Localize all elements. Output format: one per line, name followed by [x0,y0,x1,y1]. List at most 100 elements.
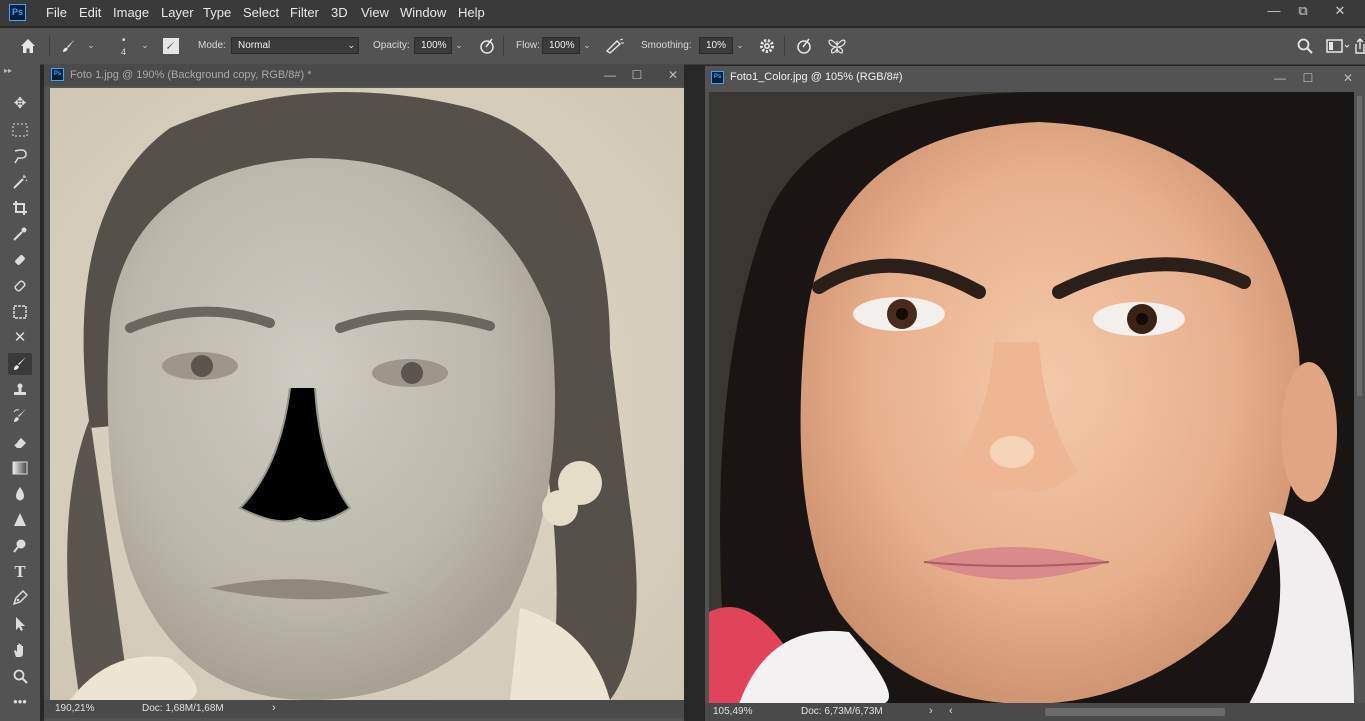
document-window-foto1-color: Ps Foto1_Color.jpg @ 105% (RGB/8#) — ☐ ✕ [705,66,1365,721]
smoothing-field[interactable]: 10% [699,37,733,54]
zoom-level[interactable]: 105,49% [713,706,752,717]
doc-size: Doc: 6,73M/6,73M [801,706,883,717]
flow-label: Flow: [516,40,540,51]
menu-bar: Ps File Edit Image Layer Type Select Fil… [0,0,1365,26]
bw-portrait-image [50,88,684,700]
close-document-button[interactable]: ✕ [662,65,684,85]
pen-tool-icon[interactable] [8,587,32,609]
clone-stamp-tool-icon[interactable] [8,379,32,401]
workspace-icon[interactable] [1326,38,1350,54]
crop-tool-icon[interactable] [8,197,32,219]
menu-image[interactable]: Image [113,5,149,20]
hand-tool-icon[interactable] [8,639,32,661]
menu-select[interactable]: Select [243,5,279,20]
restore-app-button[interactable]: ⧉ [1288,1,1318,21]
gradient-tool-icon[interactable] [8,457,32,479]
pressure-opacity-icon[interactable] [478,37,496,55]
horizontal-scrollbar-thumb[interactable] [1045,708,1225,716]
flow-dropdown[interactable]: ⌄ [580,37,594,54]
patch-tool-icon[interactable] [8,275,32,297]
magic-wand-tool-icon[interactable] [8,171,32,193]
menu-help[interactable]: Help [458,5,485,20]
healing-brush-tool-icon[interactable] [8,249,32,271]
document-window-foto1: Ps Foto 1.jpg @ 190% (Background copy, R… [44,64,684,721]
chevron-right-icon[interactable]: › [272,702,276,714]
menu-3d[interactable]: 3D [331,5,348,20]
divider [49,36,50,56]
sharpen-tool-icon[interactable] [8,509,32,531]
vertical-scrollbar-thumb[interactable] [1357,96,1362,396]
marquee-tool-icon[interactable] [8,119,32,141]
menu-type[interactable]: Type [203,5,231,20]
photoshop-logo: Ps [9,4,26,21]
lasso-tool-icon[interactable] [8,145,32,167]
brush-preset-dropdown[interactable]: ⌄ [84,37,98,54]
pressure-size-icon[interactable] [795,37,813,55]
menu-filter[interactable]: Filter [290,5,319,20]
brush-settings-icon[interactable] [162,37,180,55]
menu-view[interactable]: View [361,5,389,20]
status-bar: 190,21% Doc: 1,68M/1,68M › [44,700,684,718]
minimize-document-button[interactable]: — [599,65,621,85]
tools-panel: ▸▸ ✥ ✕ T ••• [0,64,40,721]
type-tool-icon[interactable]: T [8,561,32,583]
path-selection-tool-icon[interactable] [8,613,32,635]
canvas-color-photo[interactable] [709,92,1354,704]
collapse-panel-icon[interactable]: ▸▸ [4,66,12,75]
share-icon[interactable] [1352,37,1365,55]
menu-window[interactable]: Window [400,5,446,20]
search-icon[interactable] [1296,37,1314,55]
menu-file[interactable]: File [46,5,67,20]
color-portrait-image [709,92,1354,704]
maximize-document-button[interactable]: ☐ [1297,68,1319,88]
minimize-document-button[interactable]: — [1269,68,1291,88]
zoom-tool-icon[interactable] [8,665,32,687]
close-app-button[interactable]: ✕ [1325,1,1355,21]
options-bar: ⌄ • 4 ⌄ Mode: Normal ⌄ Opacity: 100% ⌄ F… [0,28,1365,65]
menu-layer[interactable]: Layer [161,5,194,20]
document-title: Foto1_Color.jpg @ 105% (RGB/8#) [730,71,903,83]
blur-tool-icon[interactable] [8,483,32,505]
eyedropper-tool-icon[interactable] [8,223,32,245]
maximize-document-button[interactable]: ☐ [626,65,648,85]
chevron-right-icon[interactable]: › [929,705,933,717]
symmetry-butterfly-icon[interactable] [827,37,847,55]
frame-tool-icon[interactable] [8,301,32,323]
opacity-field[interactable]: 100% [414,37,452,54]
divider [503,36,504,56]
canvas-bw-photo[interactable] [50,88,684,700]
zoom-level[interactable]: 190,21% [55,703,94,714]
dodge-tool-icon[interactable] [8,535,32,557]
minimize-app-button[interactable]: — [1259,1,1289,21]
document-ps-icon: Ps [711,71,724,84]
smoothing-dropdown[interactable]: ⌄ [733,37,747,54]
chevron-down-icon: ⌄ [347,40,355,50]
home-icon[interactable] [19,37,37,55]
content-aware-move-tool-icon[interactable]: ✕ [8,327,32,349]
mode-label: Mode: [198,40,226,51]
doc-size: Doc: 1,68M/1,68M [142,703,224,714]
document-ps-icon: Ps [51,68,64,81]
smoothing-label: Smoothing: [641,40,692,51]
more-tools-icon[interactable]: ••• [8,691,32,713]
flow-field[interactable]: 100% [542,37,580,54]
close-document-button[interactable]: ✕ [1337,68,1359,88]
mode-value: Normal [238,40,271,51]
move-tool-icon[interactable]: ✥ [8,93,32,115]
brush-preset-icon[interactable] [60,37,78,55]
divider [784,36,785,56]
gear-icon[interactable] [758,37,776,55]
brush-tool-icon[interactable] [8,353,32,375]
airbrush-icon[interactable] [605,37,625,55]
scroll-left-icon[interactable]: ‹ [949,705,953,717]
brush-size-dropdown[interactable]: ⌄ [138,37,152,54]
document-title-bar[interactable]: Ps Foto 1.jpg @ 190% (Background copy, R… [44,64,684,86]
opacity-label: Opacity: [373,40,410,51]
menu-edit[interactable]: Edit [79,5,101,20]
mode-select[interactable]: Normal ⌄ [231,37,359,54]
eraser-tool-icon[interactable] [8,431,32,453]
history-brush-tool-icon[interactable] [8,405,32,427]
opacity-dropdown[interactable]: ⌄ [452,37,466,54]
brush-size: 4 [121,47,127,57]
document-title-bar[interactable]: Ps Foto1_Color.jpg @ 105% (RGB/8#) — ☐ ✕ [705,66,1365,88]
